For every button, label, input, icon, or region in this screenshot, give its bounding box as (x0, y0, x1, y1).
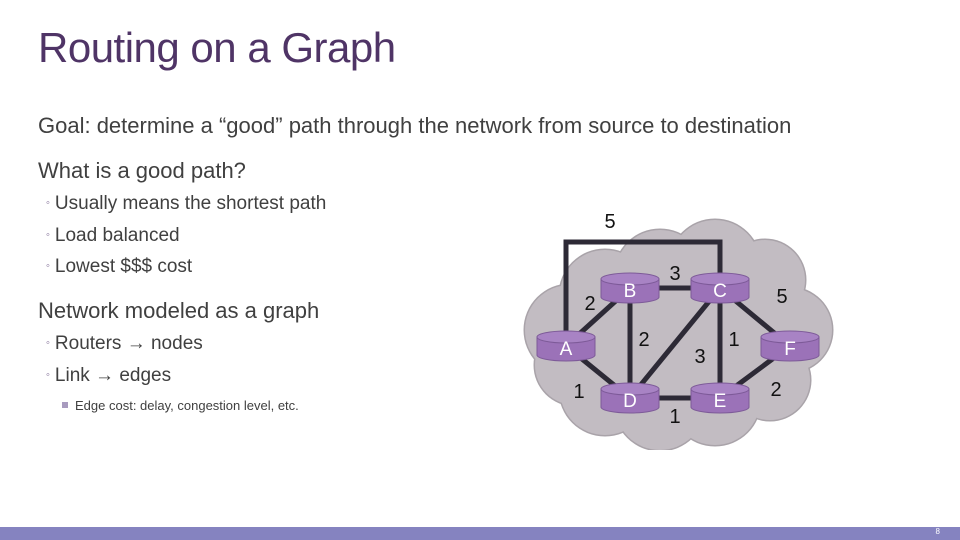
square-bullet-icon (62, 402, 68, 408)
router-node-b: B (600, 272, 660, 304)
bullet-item: ◦ Load balanced (46, 225, 180, 246)
circle-bullet-icon: ◦ (46, 369, 50, 381)
circle-bullet-icon: ◦ (46, 229, 50, 241)
router-node-a: A (536, 330, 596, 362)
router-node-label: A (560, 339, 573, 360)
edge-cost-label: 5 (604, 211, 615, 233)
bullet-item: ◦ Lowest $$$ cost (46, 256, 193, 277)
router-node-f: F (760, 330, 820, 362)
router-node-label: B (624, 281, 637, 302)
edge-cost-label: 3 (669, 263, 680, 285)
slide-title: Routing on a Graph (38, 24, 396, 71)
edge-cost-label: 1 (573, 381, 584, 403)
router-node-label: D (623, 391, 637, 412)
router-node-label: E (714, 391, 727, 412)
sub-bullet-item: Edge cost: delay, congestion level, etc. (62, 398, 299, 413)
bullet-item: ◦ Link → edges (46, 365, 172, 386)
edge-cost-label: 2 (584, 293, 595, 315)
good-path-question: What is a good path? (38, 158, 246, 183)
network-graph-diagram: 5 2 1 3 2 3 1 5 1 2 A B C D E F (523, 211, 834, 450)
circle-bullet-icon: ◦ (46, 197, 50, 209)
footer-bar: 8 (0, 527, 960, 540)
edge-cost-label: 5 (776, 286, 787, 308)
edge-cost-label: 1 (669, 406, 680, 428)
bullet-item: ◦ Routers → nodes (46, 333, 203, 354)
goal-text: Goal: determine a “good” path through th… (38, 113, 792, 138)
router-node-e: E (690, 382, 750, 414)
router-node-label: C (713, 281, 727, 302)
slide-number: 8 (935, 527, 940, 536)
circle-bullet-icon: ◦ (46, 260, 50, 272)
circle-bullet-icon: ◦ (46, 337, 50, 349)
edge-cost-label: 2 (638, 329, 649, 351)
router-node-c: C (690, 272, 750, 304)
router-node-label: F (784, 339, 796, 360)
edge-cost-label: 1 (728, 329, 739, 351)
edge-cost-label: 2 (770, 379, 781, 401)
bullet-item: ◦ Usually means the shortest path (46, 193, 327, 214)
edge-cost-label: 3 (694, 346, 705, 368)
router-node-d: D (600, 382, 660, 414)
network-heading: Network modeled as a graph (38, 298, 320, 323)
